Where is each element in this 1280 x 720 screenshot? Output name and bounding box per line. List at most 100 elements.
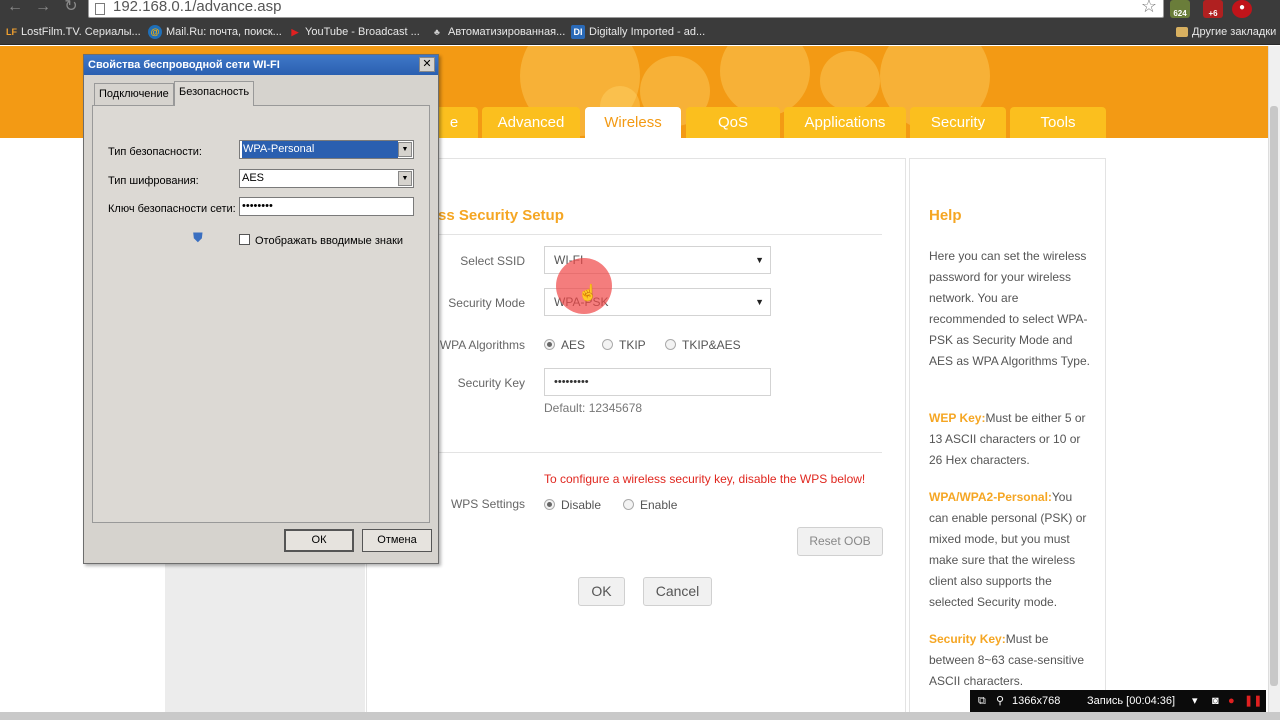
reload-icon[interactable]: ↻ [60,0,82,16]
bookmark-label: LostFilm.TV. Сериалы... [21,26,141,38]
forward-icon[interactable]: → [32,0,54,16]
tab-applications[interactable]: Applications [784,107,906,138]
folder-icon [1176,27,1188,38]
bookmark-label: YouTube - Broadcast ... [305,26,420,38]
network-key-label: Ключ безопасности сети: [108,203,236,215]
security-tab-panel: Тип безопасности: WPA-Personal ▼ Тип шифр… [92,105,430,523]
chevron-down-icon: ▼ [398,142,412,157]
show-characters-label: Отображать вводимые знаки [255,235,404,247]
security-type-value: WPA-Personal [242,141,398,158]
bookmark-label: Mail.Ru: почта, поиск... [166,26,282,38]
tab-security[interactable]: Security [910,107,1006,138]
extension-badge[interactable]: +6 [1203,0,1223,18]
page-icon [95,3,105,15]
radio-label: AES [561,338,586,352]
other-bookmarks[interactable]: Другие закладки [1176,25,1276,41]
help-wep-title: WEP Key: [929,411,986,425]
radio-dot [623,499,634,510]
radio-label: TKIP [619,338,646,352]
bookmark-youtube[interactable]: ▶ YouTube - Broadcast ... [289,25,420,41]
radio-label: Enable [640,498,678,512]
radio-label: TKIP&AES [682,338,741,352]
address-bar[interactable]: 192.168.0.1/advance.asp ☆ [88,0,1164,18]
reset-oob-button[interactable]: Reset OOB [797,527,883,556]
network-key-input[interactable]: •••••••• [239,197,414,216]
window-icon[interactable]: ⧉ [978,690,986,712]
dialog-ok-button[interactable]: ОК [284,529,354,552]
wps-warning: To configure a wireless security key, di… [544,472,866,486]
bookmark-auto[interactable]: ♣ Автоматизированная... [430,25,565,41]
tab-wireless[interactable]: Wireless [585,107,681,138]
search-icon[interactable]: ⚲ [996,690,1004,712]
encryption-type-select[interactable]: AES ▼ [239,169,414,188]
radio-wps-disable[interactable]: Disable [544,498,601,512]
encryption-type-label: Тип шифрования: [108,175,199,187]
youtube-icon: ▶ [291,27,299,38]
security-key-input[interactable]: ••••••••• [544,368,771,396]
help-wpa: WPA/WPA2-Personal:You can enable persona… [929,487,1094,613]
radio-tkip[interactable]: TKIP [602,338,646,352]
recorder-overlay: ⧉ ⚲ 1366x768 Запись [00:04:36] ▾ ◙ ● ❚❚ [970,690,1266,712]
back-icon[interactable]: ← [4,0,26,16]
browser-toolbar: ← → ↻ 192.168.0.1/advance.asp ☆ 624 +6 ● [0,0,1280,20]
show-characters-checkbox[interactable]: Отображать вводимые знаки [239,234,403,247]
ok-button[interactable]: OK [578,577,625,606]
wifi-properties-dialog: Свойства беспроводной сети WI-FI ✕ Подкл… [83,54,439,564]
help-intro: Here you can set the wireless password f… [929,249,1090,368]
security-type-select[interactable]: WPA-Personal ▼ [239,140,414,159]
hand-cursor-icon: ☝ [578,285,598,302]
encryption-type-value: AES [242,172,265,184]
dialog-title: Свойства беспроводной сети WI-FI [84,55,438,75]
checkbox-box [239,234,250,245]
bookmark-di[interactable]: DI Digitally Imported - ad... [571,25,705,41]
page-scrollbar[interactable] [1268,46,1280,720]
tab-tools[interactable]: Tools [1010,107,1106,138]
taskbar-strip [0,712,1280,720]
auto-icon: ♣ [434,27,440,38]
radio-aes[interactable]: AES [544,338,585,352]
resolution-text: 1366x768 [1012,695,1061,707]
bookmarks-bar: LF LostFilm.TV. Сериалы... @ Mail.Ru: почт… [0,20,1280,45]
tab-qos[interactable]: QoS [686,107,780,138]
security-type-label: Тип безопасности: [108,146,202,158]
radio-dot [602,339,613,350]
mailru-icon: @ [148,25,162,40]
lostfilm-icon: LF [6,27,17,38]
close-icon[interactable]: ✕ [419,57,435,72]
help-key-title: Security Key: [929,632,1006,646]
bookmark-label: Автоматизированная... [448,26,566,38]
chevron-down-icon[interactable]: ▾ [1192,690,1198,712]
dialog-cancel-button[interactable]: Отмена [362,529,432,552]
radio-tkip-aes[interactable]: TKIP&AES [665,338,741,352]
radio-dot [544,339,555,350]
tab-advanced[interactable]: Advanced [482,107,580,138]
cancel-button[interactable]: Cancel [643,577,712,606]
radio-dot [544,499,555,510]
record-icon[interactable]: ● [1228,690,1235,712]
tab-security[interactable]: Безопасность [174,81,255,106]
extension-icon[interactable]: ● [1232,0,1252,18]
chevron-down-icon: ▼ [398,171,412,186]
help-title: Help [929,207,962,224]
tab-connection[interactable]: Подключение [94,83,174,105]
key-default-hint: Default: 12345678 [544,401,643,415]
extension-badge[interactable]: 624 [1170,0,1190,18]
camera-icon[interactable]: ◙ [1212,690,1219,712]
bookmark-lostfilm[interactable]: LF LostFilm.TV. Сериалы... [6,25,141,41]
chevron-down-icon: ▼ [755,255,764,265]
shield-icon: ⛊ [193,230,203,245]
section-title: ss Security Setup [438,207,564,224]
di-icon: DI [571,25,585,40]
radio-wps-enable[interactable]: Enable [623,498,677,512]
divider [438,234,882,235]
help-wpa-title: WPA/WPA2-Personal: [929,490,1052,504]
pause-icon[interactable]: ❚❚ [1244,690,1262,712]
recording-status: Запись [00:04:36] [1087,695,1176,707]
bookmark-mailru[interactable]: @ Mail.Ru: почта, поиск... [148,25,282,41]
help-wep: WEP Key:Must be either 5 or 13 ASCII cha… [929,408,1094,471]
scrollbar-thumb[interactable] [1270,106,1278,686]
radio-label: Disable [561,498,602,512]
url-text: 192.168.0.1/advance.asp [113,0,282,15]
bookmark-star-icon[interactable]: ☆ [1141,0,1157,17]
other-bookmarks-label: Другие закладки [1192,26,1277,38]
